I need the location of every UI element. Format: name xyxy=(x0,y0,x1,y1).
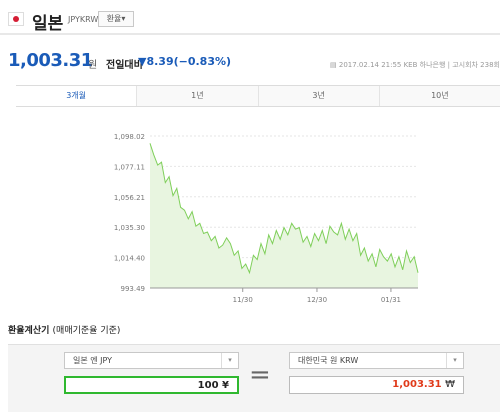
rate-change: ▼8.39(−0.83%) xyxy=(138,55,232,68)
calendar-icon: ▤ xyxy=(330,61,337,69)
x-tick-label: 12/30 xyxy=(307,296,327,304)
y-tick-label: 993.49 xyxy=(121,285,146,293)
calculator-title: 환율계산기 (매매기준율 기준) xyxy=(8,326,121,336)
tab-3month[interactable]: 3개월 xyxy=(16,86,137,106)
japan-flag-icon xyxy=(8,12,24,26)
from-amount-input[interactable]: 100 ¥ xyxy=(64,376,239,394)
y-tick-label: 1,014.40 xyxy=(114,255,145,263)
chevron-down-icon: ▾ xyxy=(221,353,238,368)
exchange-rate-chart: 1,098.02 1,077.11 1,056.21 1,035.30 1,014.40… xyxy=(114,133,419,304)
y-tick-label: 1,077.11 xyxy=(114,163,145,171)
y-tick-label: 1,056.21 xyxy=(114,194,145,202)
from-currency-select[interactable]: 일본 엔 JPY ▾ xyxy=(64,352,239,369)
x-tick-label: 11/30 xyxy=(233,296,253,304)
currency-code: JPYKRW xyxy=(68,15,99,24)
header-divider xyxy=(0,33,500,35)
period-tabs: 3개월 1년 3년 10년 xyxy=(16,85,500,107)
exchange-rate-value: 1,003.31 xyxy=(8,50,93,71)
y-tick-label: 1,098.02 xyxy=(114,133,145,141)
tab-1year[interactable]: 1년 xyxy=(136,86,257,106)
tab-3year[interactable]: 3년 xyxy=(257,86,379,106)
equals-icon: = xyxy=(249,360,271,390)
rate-unit: 원 xyxy=(88,60,98,71)
country-name: 일본 xyxy=(32,14,64,34)
chevron-down-icon: ▾ xyxy=(446,353,463,368)
x-tick-label: 01/31 xyxy=(381,296,401,304)
to-currency-select[interactable]: 대한민국 원 KRW ▾ xyxy=(289,352,464,369)
currency-switch-button[interactable]: 환율▾ xyxy=(98,11,134,27)
to-amount-input[interactable]: 1,003.31 ₩ xyxy=(289,376,464,394)
rate-meta-info: ▤ 2017.02.14 21:55 KEB 하나은행 | 고시회차 238회 xyxy=(330,61,500,69)
y-tick-label: 1,035.30 xyxy=(114,224,145,232)
tab-10year[interactable]: 10년 xyxy=(378,86,500,106)
